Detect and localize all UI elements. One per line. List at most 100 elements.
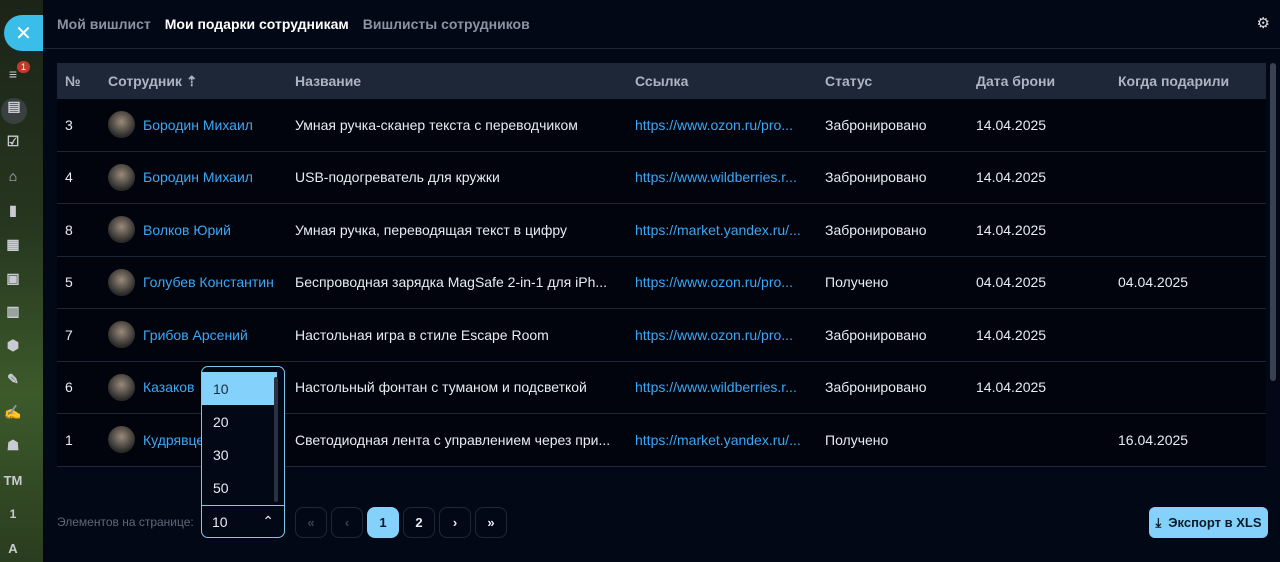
gift-link[interactable]: https://www.wildberries.r...: [635, 379, 825, 395]
status: Забронировано: [825, 169, 927, 186]
page-size-option[interactable]: 10: [202, 372, 277, 405]
first-page-button[interactable]: «: [295, 507, 327, 538]
page-button[interactable]: 1: [367, 507, 399, 538]
gift-link[interactable]: https://market.yandex.ru/...: [635, 432, 825, 448]
employee-link[interactable]: Кудрявце: [143, 432, 204, 448]
employee-link[interactable]: Бородин Михаил: [143, 169, 253, 185]
booked-date: 14.04.2025: [976, 221, 1047, 238]
sidebar-tm[interactable]: TM: [0, 473, 26, 488]
tabs: Мой вишлист Мои подарки сотрудникам Вишл…: [57, 16, 530, 32]
sidebar: ✕ ≡ 1 ▤ ☑ ⌂ ▮ ▦ ▣ ▥ ⬢ ✎ ✍ ☗ TM 1 A: [0, 0, 43, 562]
sidebar-a[interactable]: A: [0, 541, 26, 556]
booked-date: 14.04.2025: [976, 169, 1047, 186]
gift-link[interactable]: https://market.yandex.ru/...: [635, 222, 825, 238]
avatar: [108, 321, 135, 349]
booked-date: 14.04.2025: [976, 326, 1047, 343]
page-button[interactable]: 2: [403, 507, 435, 538]
pagination: « ‹ 1 2 › »: [295, 507, 507, 538]
edit-icon[interactable]: ✎: [0, 371, 26, 388]
gift-link[interactable]: https://www.ozon.ru/pro...: [635, 274, 825, 290]
avatar: [108, 163, 135, 191]
prev-page-button[interactable]: ‹: [331, 507, 363, 538]
page-size-select[interactable]: 10 20 30 50 10 ⌃: [201, 366, 285, 538]
employee-link[interactable]: Голубев Константин: [143, 274, 274, 290]
gift-name: Умная ручка-сканер текста с переводчиком: [295, 116, 578, 133]
home-icon[interactable]: ⌂: [0, 168, 26, 184]
avatar: [108, 216, 135, 244]
tab-employee-wishlists[interactable]: Вишлисты сотрудников: [363, 16, 530, 32]
col-given: Когда подарили: [1118, 73, 1230, 89]
avatar: [108, 111, 135, 139]
page-size-value: 10: [212, 513, 228, 530]
gift-name: Светодиодная лента с управлением через п…: [295, 431, 611, 448]
status: Забронировано: [825, 326, 927, 343]
last-page-button[interactable]: »: [475, 507, 507, 538]
gift-name: Настольная игра в стиле Escape Room: [295, 326, 549, 343]
page-size-label: Элементов на странице:: [57, 515, 194, 529]
export-label: Экспорт в XLS: [1168, 515, 1262, 530]
document-icon[interactable]: ▤: [1, 98, 27, 124]
status: Забронировано: [825, 221, 927, 238]
signature-icon[interactable]: ✍: [0, 404, 26, 421]
row-number: 8: [65, 221, 73, 238]
table-header: № Сотрудник ⇡ Название Ссылка Статус Дат…: [57, 63, 1266, 99]
gift-name: Умная ручка, переводящая текст в цифру: [295, 221, 567, 238]
chevron-up-icon: ⌃: [262, 513, 274, 529]
table-row: 8 Волков Юрий Умная ручка, переводящая т…: [57, 204, 1266, 257]
close-icon[interactable]: ✕: [4, 15, 43, 51]
status: Получено: [825, 431, 889, 448]
chart-icon[interactable]: ▥: [0, 303, 26, 320]
row-number: 3: [65, 116, 73, 133]
tab-my-wishlist[interactable]: Мой вишлист: [57, 16, 151, 32]
notification-badge: 1: [17, 61, 31, 73]
presentation-icon[interactable]: ▦: [0, 236, 26, 253]
row-number: 4: [65, 169, 73, 186]
gift-link[interactable]: https://www.ozon.ru/pro...: [635, 117, 825, 133]
export-xls-button[interactable]: ⤓ Экспорт в XLS: [1149, 507, 1268, 538]
employee-link[interactable]: Волков Юрий: [143, 222, 231, 238]
download-icon: ⤓: [1155, 514, 1162, 530]
status: Получено: [825, 274, 889, 291]
col-link: Ссылка: [635, 73, 689, 89]
row-number: 1: [65, 431, 73, 448]
gift-link[interactable]: https://www.ozon.ru/pro...: [635, 327, 825, 343]
page-size-option[interactable]: 20: [202, 405, 277, 438]
avatar: [108, 373, 135, 401]
table-row: 7 Грибов Арсений Настольная игра в стиле…: [57, 309, 1266, 362]
dropdown-scrollbar[interactable]: [274, 377, 278, 502]
tab-my-gifts[interactable]: Мои подарки сотрудникам: [165, 16, 349, 32]
employee-link[interactable]: Бородин Михаил: [143, 117, 253, 133]
table-row: 5 Голубев Константин Беспроводная зарядк…: [57, 256, 1266, 309]
gear-icon[interactable]: ⚙: [1257, 14, 1270, 32]
booked-date: 04.04.2025: [976, 274, 1047, 291]
avatar: [108, 426, 135, 454]
given-date: 04.04.2025: [1118, 274, 1189, 291]
col-name: Название: [295, 73, 362, 89]
employee-link[interactable]: Грибов Арсений: [143, 327, 248, 343]
status: Забронировано: [825, 116, 927, 133]
table-row: 3 Бородин Михаил Умная ручка-сканер текс…: [57, 99, 1266, 152]
calendar-icon[interactable]: ▣: [0, 270, 26, 287]
badge-icon[interactable]: ⬢: [0, 337, 26, 354]
checkbox-icon[interactable]: ☑: [0, 133, 26, 150]
booked-date: 14.04.2025: [976, 116, 1047, 133]
file-icon[interactable]: ▮: [0, 202, 26, 219]
sidebar-1[interactable]: 1: [0, 507, 26, 521]
employee-link[interactable]: Казаков: [143, 379, 195, 395]
given-date: 16.04.2025: [1118, 431, 1189, 448]
next-page-button[interactable]: ›: [439, 507, 471, 538]
table-row: 4 Бородин Михаил USB-подогреватель для к…: [57, 151, 1266, 204]
booked-date: 14.04.2025: [976, 379, 1047, 396]
table-scrollbar[interactable]: [1270, 63, 1276, 381]
status: Забронировано: [825, 379, 927, 396]
divider: [43, 48, 1280, 49]
page-size-option[interactable]: 30: [202, 438, 277, 471]
col-employee[interactable]: Сотрудник ⇡: [108, 73, 295, 90]
row-number: 7: [65, 326, 73, 343]
page-size-option[interactable]: 50: [202, 471, 277, 504]
avatar: [108, 268, 135, 296]
col-status: Статус: [825, 73, 873, 89]
col-number: №: [65, 73, 81, 89]
gift-link[interactable]: https://www.wildberries.r...: [635, 169, 825, 185]
android-icon[interactable]: ☗: [0, 437, 26, 454]
